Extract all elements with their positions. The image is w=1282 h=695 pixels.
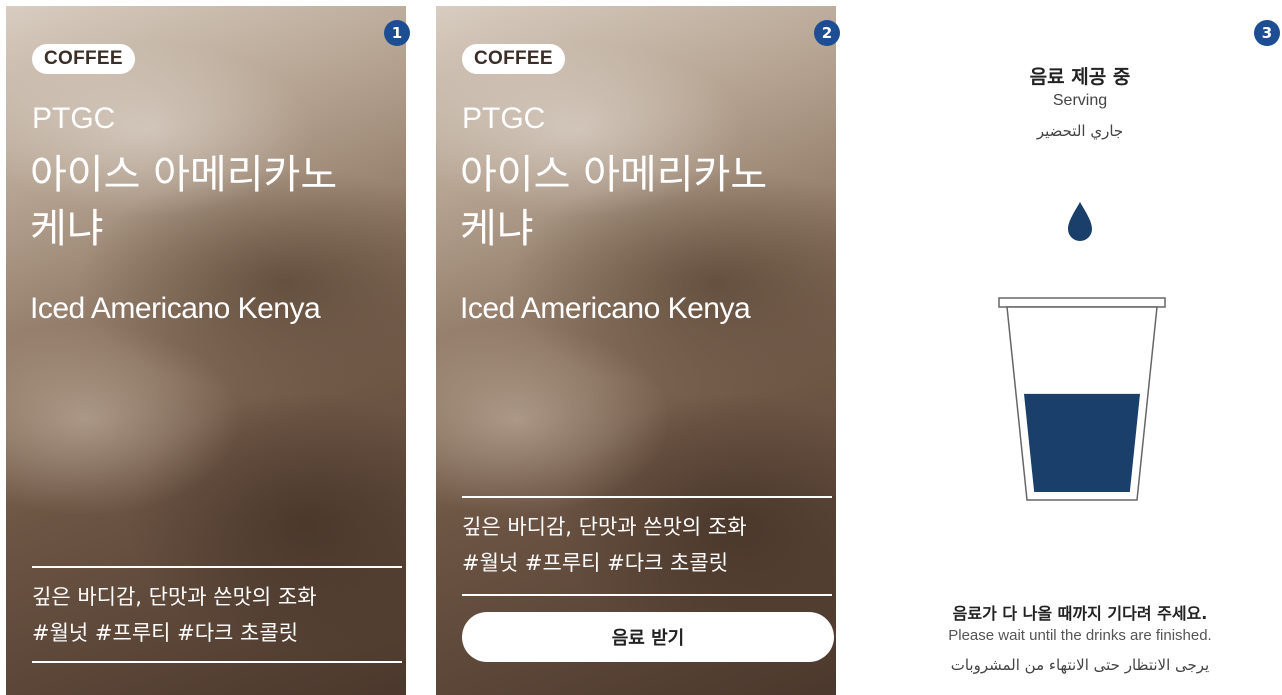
serving-status-panel: 3 음료 제공 중 Serving جاري التحضير 음료가 다 나올 … — [880, 0, 1280, 695]
brand-label: PTGC — [32, 102, 116, 135]
cup-icon — [998, 297, 1166, 501]
product-name-english: Iced Americano Kenya — [460, 292, 751, 325]
description-tags: #월넛 #프루티 #다크 초콜릿 — [32, 621, 299, 645]
serving-title-english: Serving — [1052, 92, 1108, 109]
product-name-english: Iced Americano Kenya — [30, 292, 321, 325]
brand-label: PTGC — [462, 102, 546, 135]
product-name-korean: 아이스 아메리카노 케냐 — [30, 152, 338, 252]
category-badge: COFFEE — [32, 44, 135, 74]
cup-liquid-fill — [1024, 393, 1140, 492]
divider-top — [462, 496, 832, 498]
product-name-korean: 아이스 아메리카노 케냐 — [460, 152, 768, 252]
step-badge-2: 2 — [814, 20, 840, 46]
description-taste: 깊은 바디감, 단맛과 쓴맛의 조화 — [462, 515, 747, 539]
wait-message-english: Please wait until the drinks are finishe… — [948, 627, 1212, 644]
category-badge: COFFEE — [462, 44, 565, 74]
wait-message-korean: 음료가 다 나올 때까지 기다려 주세요. — [952, 604, 1208, 623]
step-badge-3: 3 — [1254, 20, 1280, 46]
description-taste: 깊은 바디감, 단맛과 쓴맛의 조화 — [32, 585, 317, 609]
divider-top — [32, 566, 402, 568]
description-tags: #월넛 #프루티 #다크 초콜릿 — [462, 551, 729, 575]
serving-title-arabic: جاري التحضير — [1036, 122, 1124, 140]
step-badge-1: 1 — [384, 20, 410, 46]
water-drop-icon — [1068, 202, 1092, 241]
wait-message-arabic: يرجى الانتظار حتى الانتهاء من المشروبات — [950, 656, 1210, 674]
serving-title-korean: 음료 제공 중 — [1029, 66, 1131, 88]
menu-card-panel-1: COFFEE PTGC 아이스 아메리카노 케냐 Iced Americano … — [6, 6, 406, 695]
menu-card-panel-2: COFFEE PTGC 아이스 아메리카노 케냐 Iced Americano … — [436, 6, 836, 695]
receive-drink-button[interactable]: 음료 받기 — [462, 612, 834, 662]
divider-bottom — [462, 594, 832, 596]
divider-bottom — [32, 661, 402, 663]
